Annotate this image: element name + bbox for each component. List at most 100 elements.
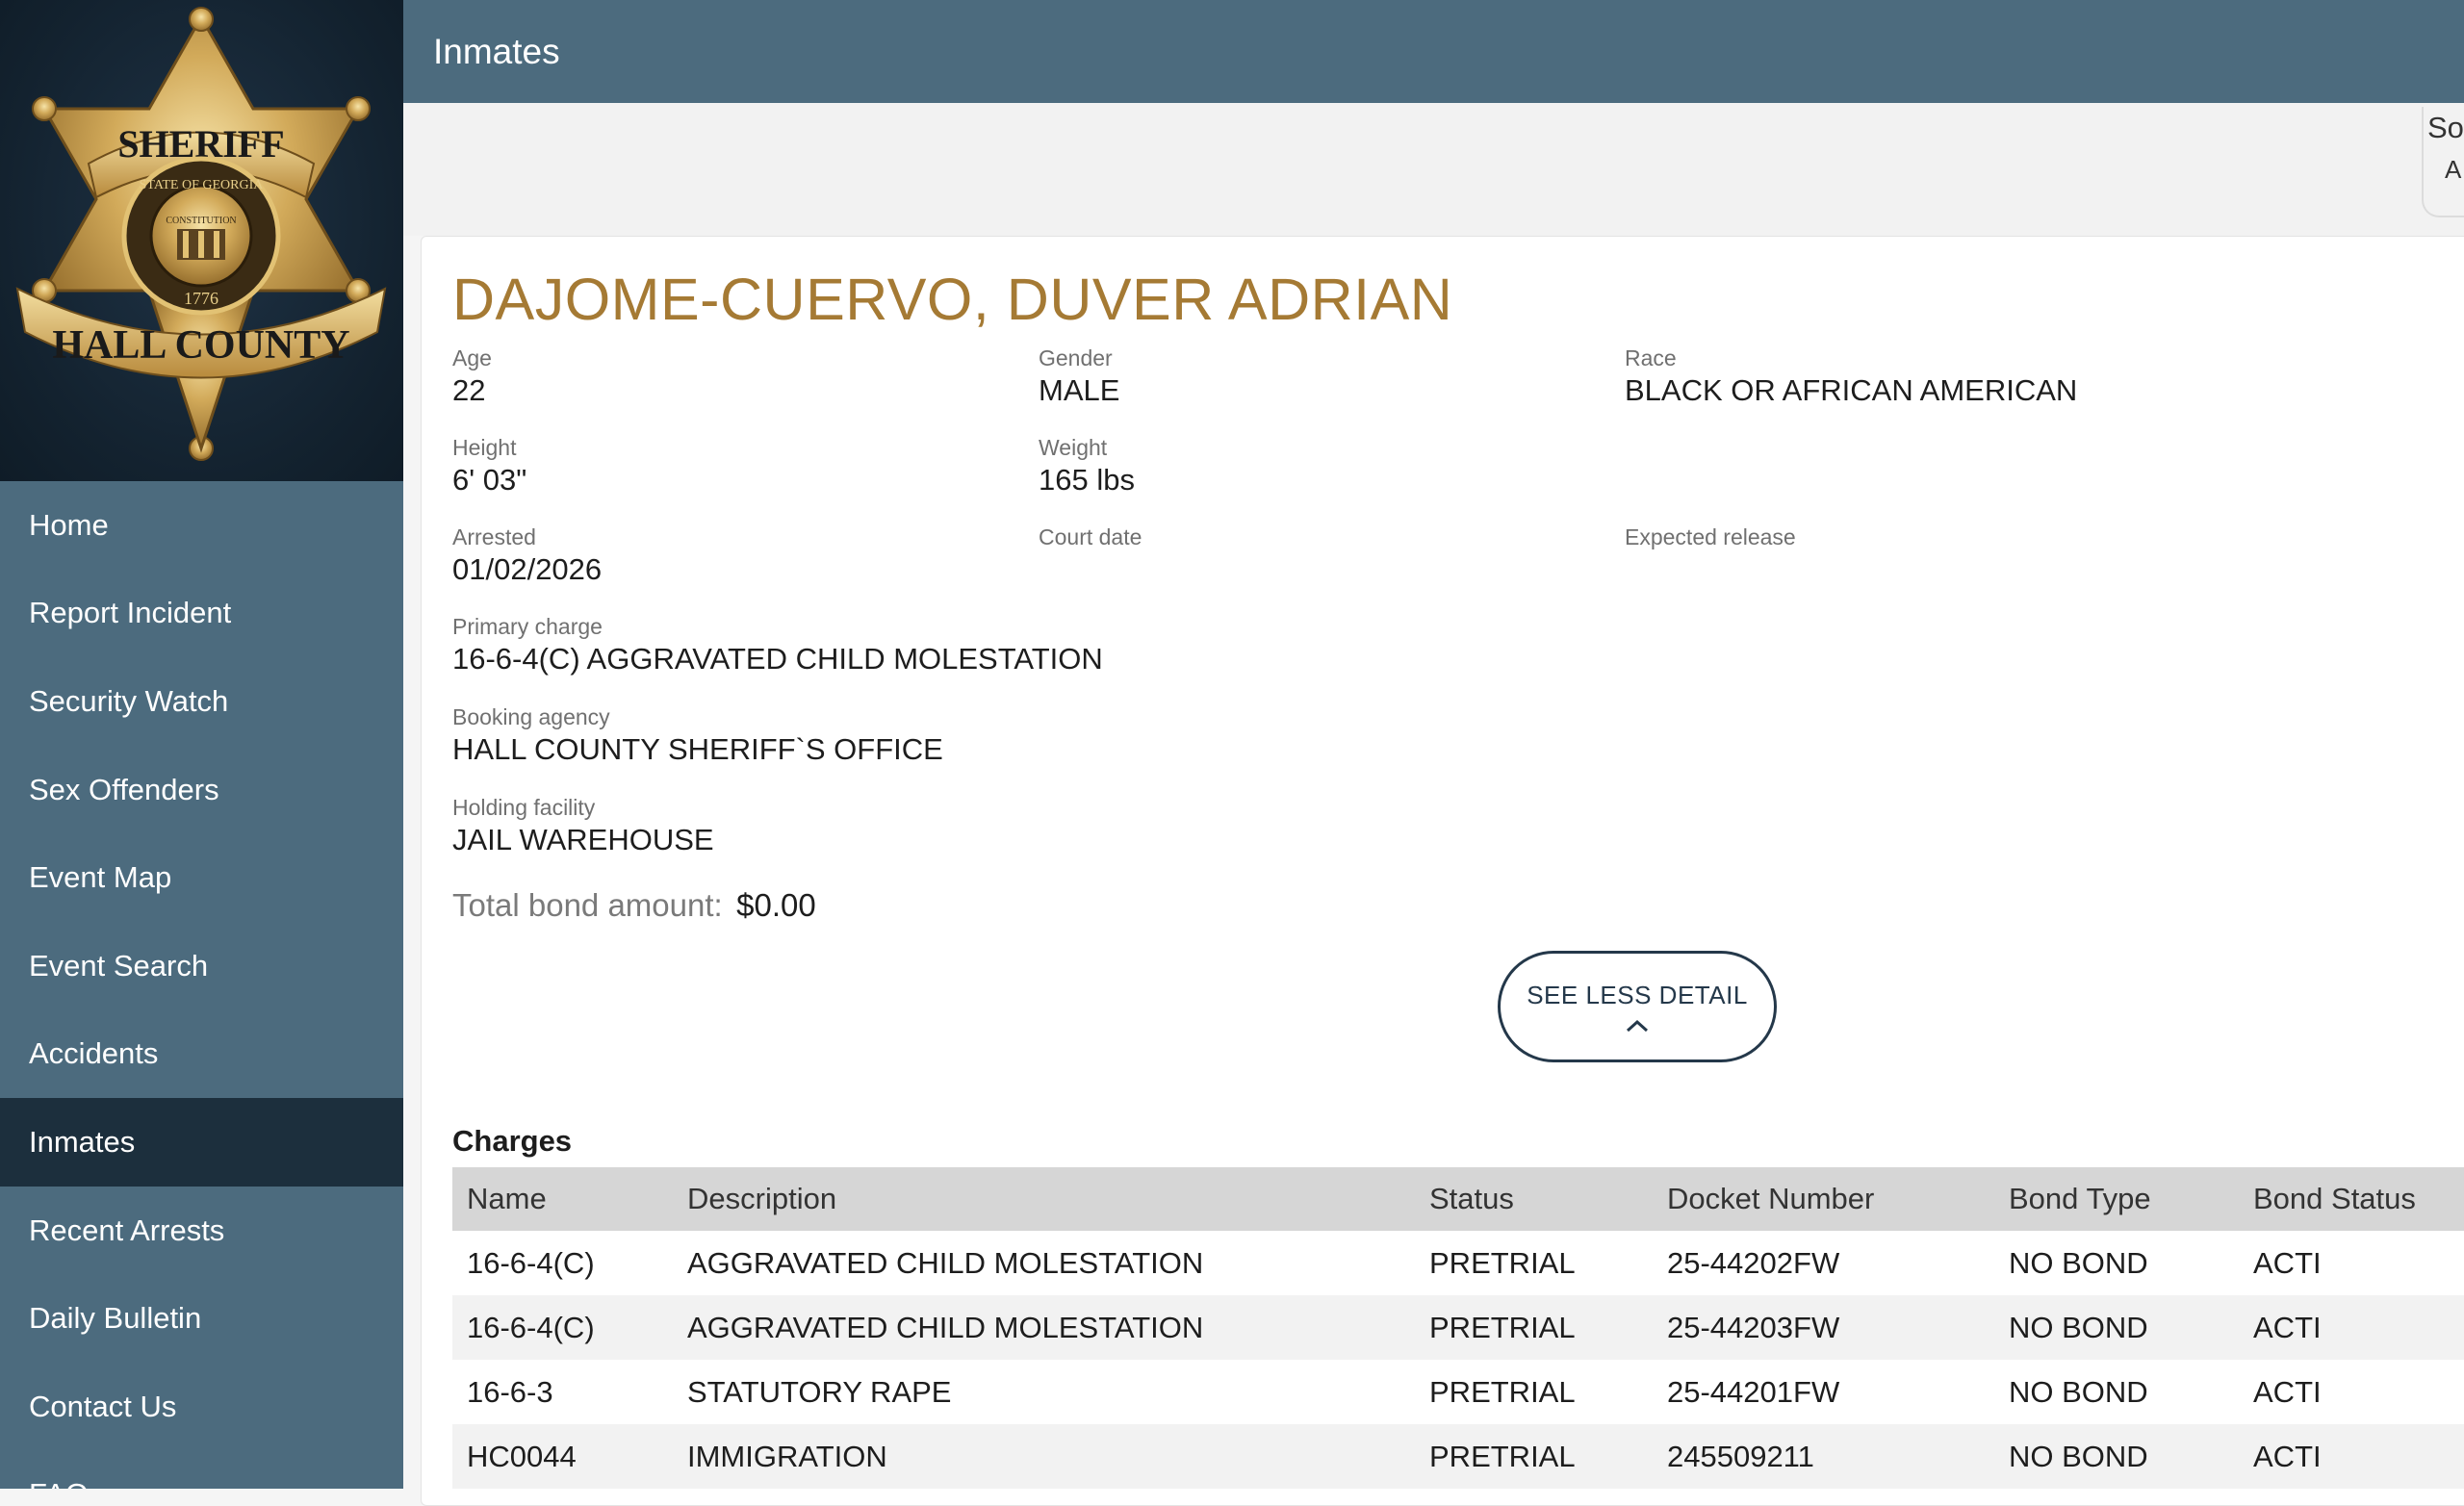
arrested-value: 01/02/2026 (452, 552, 603, 586)
charge-bond-status-cell: ACTI (2239, 1360, 2464, 1424)
sidebar-item-daily-bulletin[interactable]: Daily Bulletin (0, 1274, 403, 1363)
charge-bond-status-cell: ACTI (2239, 1424, 2464, 1489)
column-header-docket-number[interactable]: Docket Number (1653, 1167, 1994, 1231)
column-header-status[interactable]: Status (1415, 1167, 1653, 1231)
expected-release-field: Expected release (1625, 523, 1796, 550)
charges-title: Charges (452, 1124, 573, 1158)
charge-docket-cell: 25-44201FW (1653, 1360, 1994, 1424)
charge-bond-status-cell: ACTI (2239, 1231, 2464, 1295)
sidebar-item-event-search[interactable]: Event Search (0, 922, 403, 1010)
sidebar-item-sex-offenders[interactable]: Sex Offenders (0, 746, 403, 834)
expected-release-label: Expected release (1625, 524, 1796, 549)
charge-name-cell: HC0044 (452, 1424, 673, 1489)
sort-select[interactable]: So A (2422, 107, 2464, 217)
age-label: Age (452, 345, 492, 370)
height-label: Height (452, 435, 517, 460)
sidebar-item-home[interactable]: Home (0, 481, 403, 570)
table-row: HC0044 IMMIGRATION PRETRIAL 245509211 NO… (452, 1424, 2464, 1489)
holding-facility-field: Holding facility JAIL WAREHOUSE (452, 794, 714, 859)
charges-table: Name Description Status Docket Number Bo… (452, 1167, 2464, 1489)
charge-description-cell: AGGRAVATED CHILD MOLESTATION (673, 1295, 1415, 1360)
column-header-description[interactable]: Description (673, 1167, 1415, 1231)
court-date-field: Court date (1039, 523, 1142, 550)
logo-bottom-text: HALL COUNTY (52, 323, 349, 368)
charge-docket-cell: 25-44203FW (1653, 1295, 1994, 1360)
sidebar-item-event-map[interactable]: Event Map (0, 833, 403, 922)
age-value: 22 (452, 373, 486, 407)
sidebar-nav: Home Report Incident Security Watch Sex … (0, 481, 403, 1489)
sidebar-item-accidents[interactable]: Accidents (0, 1010, 403, 1099)
charge-description-cell: IMMIGRATION (673, 1424, 1415, 1489)
primary-charge-value: 16-6-4(C) AGGRAVATED CHILD MOLESTATION (452, 642, 1103, 676)
see-less-detail-label: SEE LESS DETAIL (1527, 980, 1748, 1009)
holding-facility-value: JAIL WAREHOUSE (452, 823, 714, 856)
logo-year: 1776 (184, 289, 218, 308)
charge-status-cell: PRETRIAL (1415, 1424, 1653, 1489)
weight-field: Weight 165 lbs (1039, 434, 1135, 499)
sidebar-item-recent-arrests[interactable]: Recent Arrests (0, 1187, 403, 1275)
age-field: Age 22 (452, 345, 492, 410)
charge-name-cell: 16-6-3 (452, 1360, 673, 1424)
search-strip: So A (403, 103, 2464, 236)
page-header: Inmates (403, 0, 2464, 103)
page-title: Inmates (433, 31, 560, 71)
weight-value: 165 lbs (1039, 463, 1135, 497)
booking-agency-field: Booking agency HALL COUNTY SHERIFF`S OFF… (452, 703, 943, 769)
logo-inner-text: CONSTITUTION (166, 216, 236, 226)
charge-description-cell: STATUTORY RAPE (673, 1360, 1415, 1424)
primary-charge-label: Primary charge (452, 614, 603, 639)
charge-bond-type-cell: NO BOND (1994, 1360, 2239, 1424)
sheriff-logo[interactable]: SHERIFF STATE OF GEORGIA CONSTITUTION 17… (0, 0, 403, 481)
column-header-bond-status[interactable]: Bond Status (2239, 1167, 2464, 1231)
chevron-up-icon (1626, 1019, 1649, 1032)
charge-bond-status-cell: ACTI (2239, 1295, 2464, 1360)
booking-agency-value: HALL COUNTY SHERIFF`S OFFICE (452, 732, 943, 766)
table-row: 16-6-4(C) AGGRAVATED CHILD MOLESTATION P… (452, 1231, 2464, 1295)
holding-facility-label: Holding facility (452, 795, 596, 820)
see-less-detail-button[interactable]: SEE LESS DETAIL (1498, 951, 1777, 1062)
column-header-bond-type[interactable]: Bond Type (1994, 1167, 2239, 1231)
bond-row: Total bond amount: $0.00 (452, 887, 816, 924)
arrested-field: Arrested 01/02/2026 (452, 523, 602, 589)
sidebar: SHERIFF STATE OF GEORGIA CONSTITUTION 17… (0, 0, 403, 1489)
charge-description-cell: AGGRAVATED CHILD MOLESTATION (673, 1231, 1415, 1295)
bond-label: Total bond amount: (452, 887, 723, 923)
charge-docket-cell: 245509211 (1653, 1424, 1994, 1489)
sidebar-item-faq[interactable]: FAQ (0, 1451, 403, 1489)
bond-amount: $0.00 (736, 887, 816, 923)
sidebar-item-contact-us[interactable]: Contact Us (0, 1363, 403, 1451)
arrested-label: Arrested (452, 524, 536, 549)
charge-bond-type-cell: NO BOND (1994, 1424, 2239, 1489)
charges-header-row: Name Description Status Docket Number Bo… (452, 1167, 2464, 1231)
sidebar-item-security-watch[interactable]: Security Watch (0, 657, 403, 746)
sort-value: A (2445, 155, 2462, 184)
race-label: Race (1625, 345, 1677, 370)
sidebar-item-inmates[interactable]: Inmates (0, 1098, 403, 1187)
charge-docket-cell: 25-44202FW (1653, 1231, 1994, 1295)
gender-label: Gender (1039, 345, 1113, 370)
primary-charge-field: Primary charge 16-6-4(C) AGGRAVATED CHIL… (452, 613, 1103, 678)
logo-ring-text: STATE OF GEORGIA (140, 178, 265, 192)
charge-name-cell: 16-6-4(C) (452, 1295, 673, 1360)
charge-name-cell: 16-6-4(C) (452, 1231, 673, 1295)
inmate-detail-card: DAJOME-CUERVO, DUVER ADRIAN Age 22 Gende… (421, 236, 2464, 1506)
sheriff-badge-icon: SHERIFF STATE OF GEORGIA CONSTITUTION 17… (15, 7, 387, 461)
race-field: Race BLACK OR AFRICAN AMERICAN (1625, 345, 2077, 410)
charge-status-cell: PRETRIAL (1415, 1360, 1653, 1424)
gender-value: MALE (1039, 373, 1120, 407)
table-row: 16-6-3 STATUTORY RAPE PRETRIAL 25-44201F… (452, 1360, 2464, 1424)
table-row: 16-6-4(C) AGGRAVATED CHILD MOLESTATION P… (452, 1295, 2464, 1360)
height-field: Height 6' 03" (452, 434, 526, 499)
weight-label: Weight (1039, 435, 1108, 460)
sort-label: So (2427, 111, 2464, 144)
charge-bond-type-cell: NO BOND (1994, 1295, 2239, 1360)
charge-status-cell: PRETRIAL (1415, 1231, 1653, 1295)
inmate-name: DAJOME-CUERVO, DUVER ADRIAN (452, 267, 1453, 332)
sidebar-item-report-incident[interactable]: Report Incident (0, 570, 403, 658)
court-date-label: Court date (1039, 524, 1142, 549)
charge-status-cell: PRETRIAL (1415, 1295, 1653, 1360)
column-header-name[interactable]: Name (452, 1167, 673, 1231)
race-value: BLACK OR AFRICAN AMERICAN (1625, 373, 2078, 407)
height-value: 6' 03" (452, 463, 527, 497)
gender-field: Gender MALE (1039, 345, 1119, 410)
